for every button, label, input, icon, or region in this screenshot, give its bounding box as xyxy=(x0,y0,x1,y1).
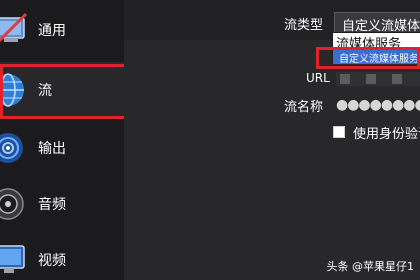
sidebar-item-video[interactable]: 视频 xyxy=(0,232,124,280)
general-settings-icon xyxy=(0,8,30,52)
sidebar-item-output[interactable]: 输出 xyxy=(0,120,124,176)
use-auth-checkbox[interactable] xyxy=(333,126,345,138)
sidebar-item-label: 视频 xyxy=(38,253,66,269)
watermark: 头条 @苹果星仔1 xyxy=(326,260,415,273)
stream-globe-icon xyxy=(0,68,30,112)
stream-type-label: 流类型 xyxy=(284,18,324,33)
url-field[interactable] xyxy=(336,72,420,86)
dropdown-option-service[interactable]: 流媒体服务 xyxy=(333,33,420,52)
sidebar-item-label: 通用 xyxy=(38,23,66,39)
stream-type-select[interactable]: 自定义流媒体 xyxy=(334,12,420,34)
sidebar-item-general[interactable]: 通用 xyxy=(0,2,124,58)
stream-key-field[interactable]: ●●●●●●●●● xyxy=(336,97,420,113)
output-broadcast-icon xyxy=(0,126,30,170)
redacted-block xyxy=(366,74,376,84)
sidebar-item-label: 输出 xyxy=(38,141,66,157)
stream-type-dropdown: 流媒体服务 自定义流媒体服务器 xyxy=(332,32,420,64)
use-auth-label: 使用身份验证 xyxy=(353,127,420,142)
sidebar-item-audio[interactable]: 音频 xyxy=(0,176,124,232)
sidebar-item-label: 流 xyxy=(38,83,52,99)
audio-speaker-icon xyxy=(0,182,30,226)
stream-key-label: 流名称 xyxy=(284,100,324,115)
url-label: URL xyxy=(306,71,330,85)
video-monitor-icon xyxy=(0,238,30,280)
sidebar-item-stream[interactable]: 流 xyxy=(0,62,124,118)
settings-sidebar: 通用 流 输出 音频 视频 xyxy=(0,0,127,280)
dropdown-option-custom-server[interactable]: 自定义流媒体服务器 xyxy=(333,50,420,64)
redacted-block xyxy=(340,74,350,84)
sidebar-item-label: 音频 xyxy=(38,197,66,213)
redacted-block xyxy=(392,74,402,84)
